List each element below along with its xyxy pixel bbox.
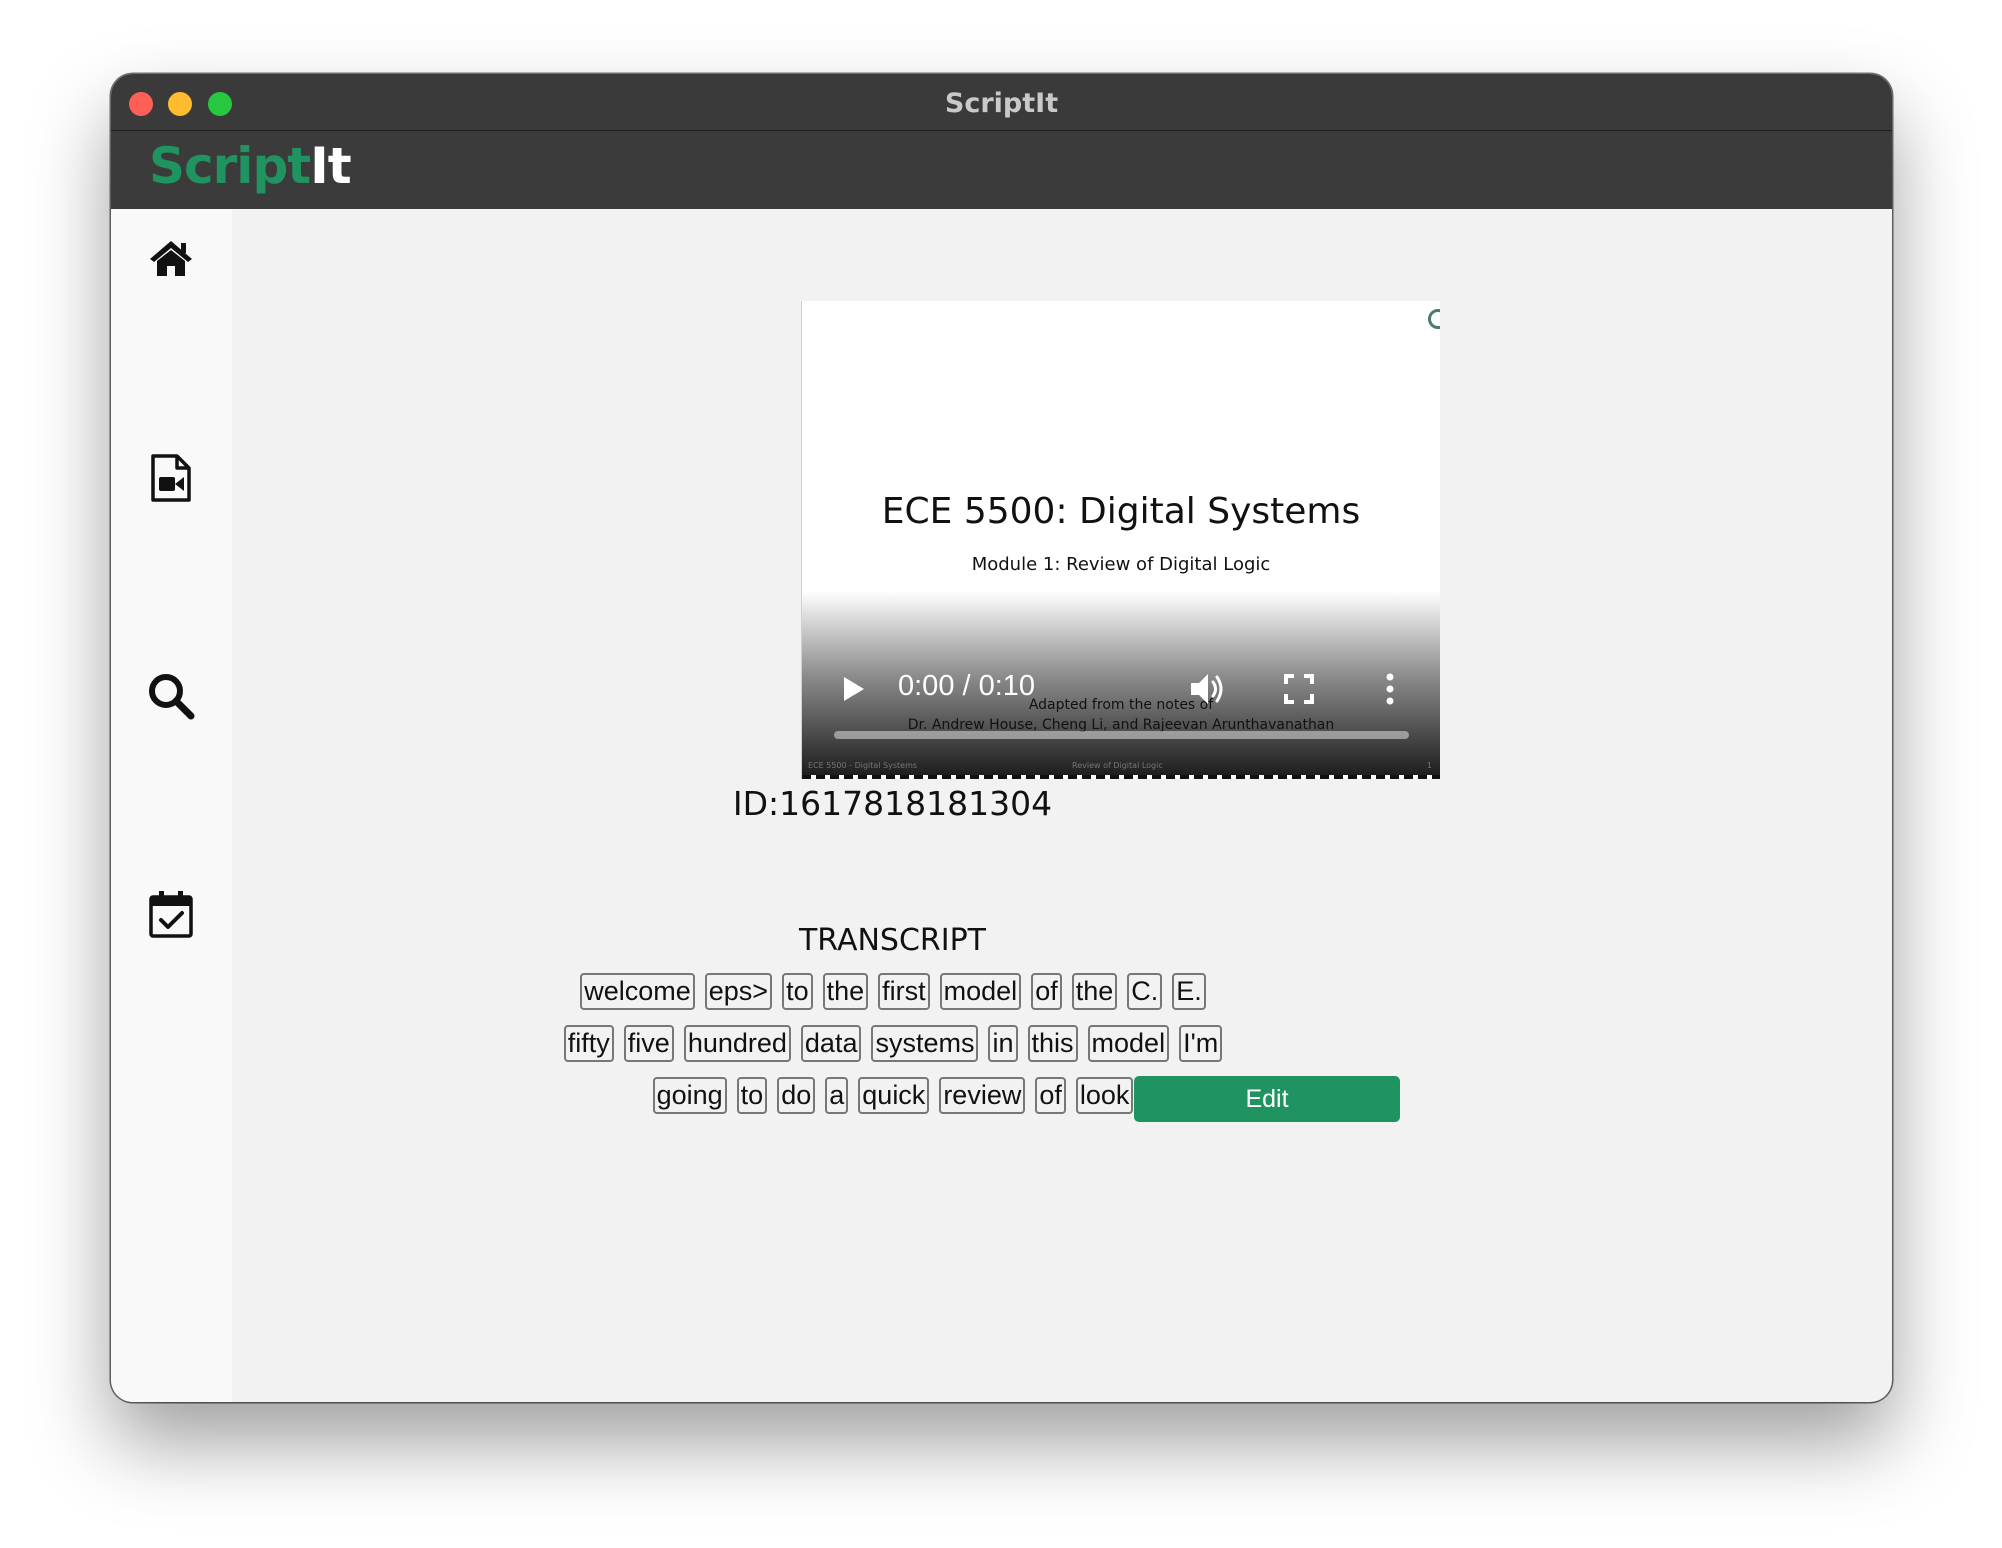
transcript-word[interactable]: in (988, 1025, 1018, 1062)
slide-footer-right: 1 (1426, 761, 1432, 770)
transcript-word[interactable]: do (777, 1077, 816, 1114)
sidebar-item-home[interactable] (146, 233, 196, 283)
transcript-word[interactable]: of (1031, 973, 1062, 1010)
app-header: ScriptIt (111, 131, 1892, 209)
transcript-word[interactable]: hundred (683, 1025, 791, 1062)
volume-button[interactable] (1187, 669, 1227, 709)
play-button[interactable] (838, 674, 868, 704)
video-id: ID:1617818181304 (732, 784, 1053, 823)
sidebar-item-calendar[interactable] (146, 889, 196, 939)
video-file-icon (151, 454, 191, 502)
transcript-word[interactable]: I'm (1179, 1025, 1223, 1062)
transcript-word[interactable]: fifty (563, 1025, 614, 1062)
transcript-word[interactable]: model (1087, 1025, 1170, 1062)
transcript-word[interactable]: eps> (704, 973, 773, 1010)
transcript-word[interactable]: quick (858, 1077, 930, 1114)
more-vertical-icon (1386, 673, 1394, 705)
transcript-word[interactable]: to (736, 1077, 768, 1114)
transcript-word[interactable]: the (822, 973, 869, 1010)
fullscreen-icon (1284, 674, 1314, 704)
volume-icon (1191, 674, 1223, 704)
transcript-word[interactable]: review (939, 1077, 1026, 1114)
video-bottom-edge (802, 775, 1440, 779)
transcript-word[interactable]: model (939, 973, 1022, 1010)
edit-button[interactable]: Edit (1134, 1076, 1400, 1122)
transcript-word[interactable]: E. (1172, 973, 1206, 1010)
transcript-word[interactable]: first (878, 973, 930, 1010)
transcript-word[interactable]: C. (1127, 973, 1163, 1010)
main-content: ECE 5500: Digital Systems Module 1: Revi… (232, 209, 1892, 1402)
app-window: ScriptIt ScriptIt ECE 5500: Digital Syst… (111, 74, 1892, 1402)
sidebar (111, 209, 232, 1402)
video-time: 0:00 / 0:10 (898, 670, 1036, 702)
transcript-word[interactable]: a (825, 1077, 849, 1114)
video-progress-bar[interactable] (834, 731, 1409, 739)
home-icon (150, 241, 192, 276)
transcript-word[interactable]: systems (871, 1025, 979, 1062)
transcript-word[interactable]: to (782, 973, 813, 1010)
transcript-word[interactable]: this (1027, 1025, 1078, 1062)
calendar-check-icon (149, 891, 193, 938)
sidebar-item-search[interactable] (146, 671, 196, 721)
slide-footer-left: ECE 5500 - Digital Systems (808, 761, 918, 770)
transcript-word[interactable]: look (1075, 1077, 1134, 1114)
sidebar-item-video-file[interactable] (146, 453, 196, 503)
slide-footer: ECE 5500 - Digital Systems Review of Dig… (802, 761, 1440, 773)
slide-subtitle: Module 1: Review of Digital Logic (971, 554, 1271, 575)
window-title: ScriptIt (944, 88, 1059, 119)
title-bar: ScriptIt (111, 74, 1892, 131)
search-icon (149, 674, 195, 720)
transcript-word[interactable]: welcome (580, 973, 695, 1010)
transcript-word[interactable]: going (652, 1077, 727, 1114)
play-icon (844, 677, 864, 701)
transcript-word[interactable]: of (1035, 1077, 1066, 1114)
video-player[interactable]: ECE 5500: Digital Systems Module 1: Revi… (801, 301, 1440, 779)
transcript-word[interactable]: data (800, 1025, 862, 1062)
transcript-heading: TRANSCRIPT (798, 923, 987, 958)
slide-logo-icon (1428, 309, 1440, 329)
transcript-words: welcome eps> to the first model of the C. E. fifty… (553, 973, 1233, 1114)
logo-script: Script (149, 137, 311, 195)
fullscreen-button[interactable] (1282, 672, 1316, 706)
transcript-word[interactable]: the (1071, 973, 1118, 1010)
logo-it: It (310, 137, 352, 195)
more-options-button[interactable] (1380, 669, 1400, 709)
app-logo[interactable]: ScriptIt (149, 137, 352, 195)
transcript-word[interactable]: five (623, 1025, 674, 1062)
slide-footer-center: Review of Digital Logic (1072, 761, 1163, 770)
slide-title: ECE 5500: Digital Systems (881, 491, 1361, 532)
